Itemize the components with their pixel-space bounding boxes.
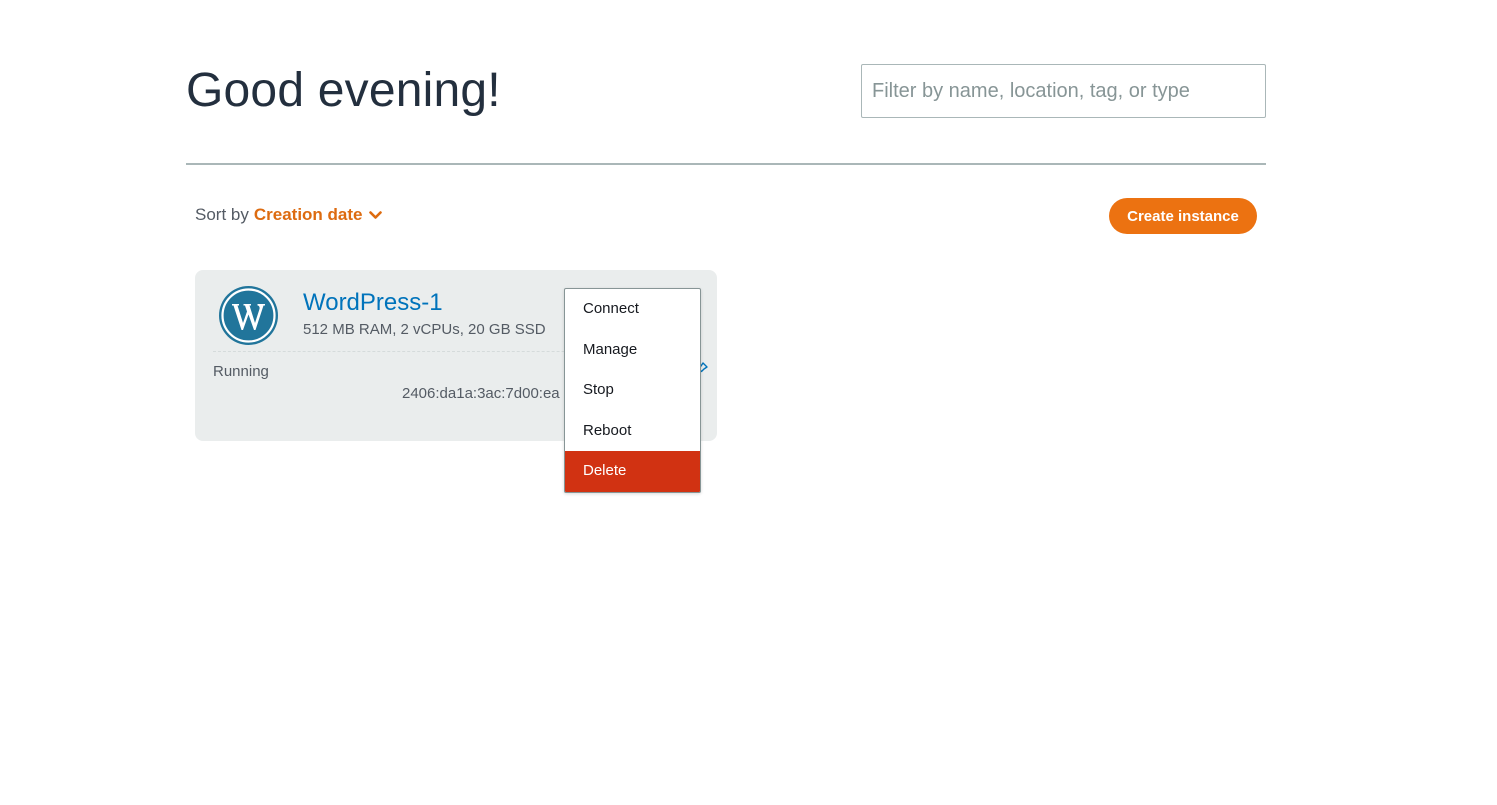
instance-name-link[interactable]: WordPress-1 — [303, 288, 443, 318]
ip-address: 2406:da1a:3ac:7d00:ea — [402, 385, 560, 402]
chevron-down-icon — [368, 210, 382, 219]
menu-item-reboot[interactable]: Reboot — [565, 411, 700, 452]
menu-item-connect[interactable]: Connect — [565, 289, 700, 330]
instance-spec: 512 MB RAM, 2 vCPUs, 20 GB SSD — [303, 321, 546, 338]
menu-item-manage[interactable]: Manage — [565, 330, 700, 371]
create-instance-button[interactable]: Create instance — [1109, 198, 1257, 234]
wordpress-logo-icon[interactable] — [218, 285, 279, 346]
filter-input[interactable] — [861, 64, 1266, 118]
sort-value-label: Creation date — [253, 205, 363, 224]
sort-bar: Sort by Creation date — [195, 204, 382, 226]
menu-item-stop[interactable]: Stop — [565, 370, 700, 411]
menu-item-delete[interactable]: Delete — [565, 451, 700, 492]
status-text: Running — [213, 363, 269, 380]
header-divider — [186, 163, 1266, 165]
sort-label: Sort by — [195, 205, 249, 224]
instance-actions-menu: Connect Manage Stop Reboot Delete — [564, 288, 701, 493]
page: Good evening! Sort by Creation date Crea… — [0, 0, 1497, 805]
page-title: Good evening! — [186, 64, 501, 117]
sort-dropdown[interactable]: Creation date — [254, 204, 382, 226]
